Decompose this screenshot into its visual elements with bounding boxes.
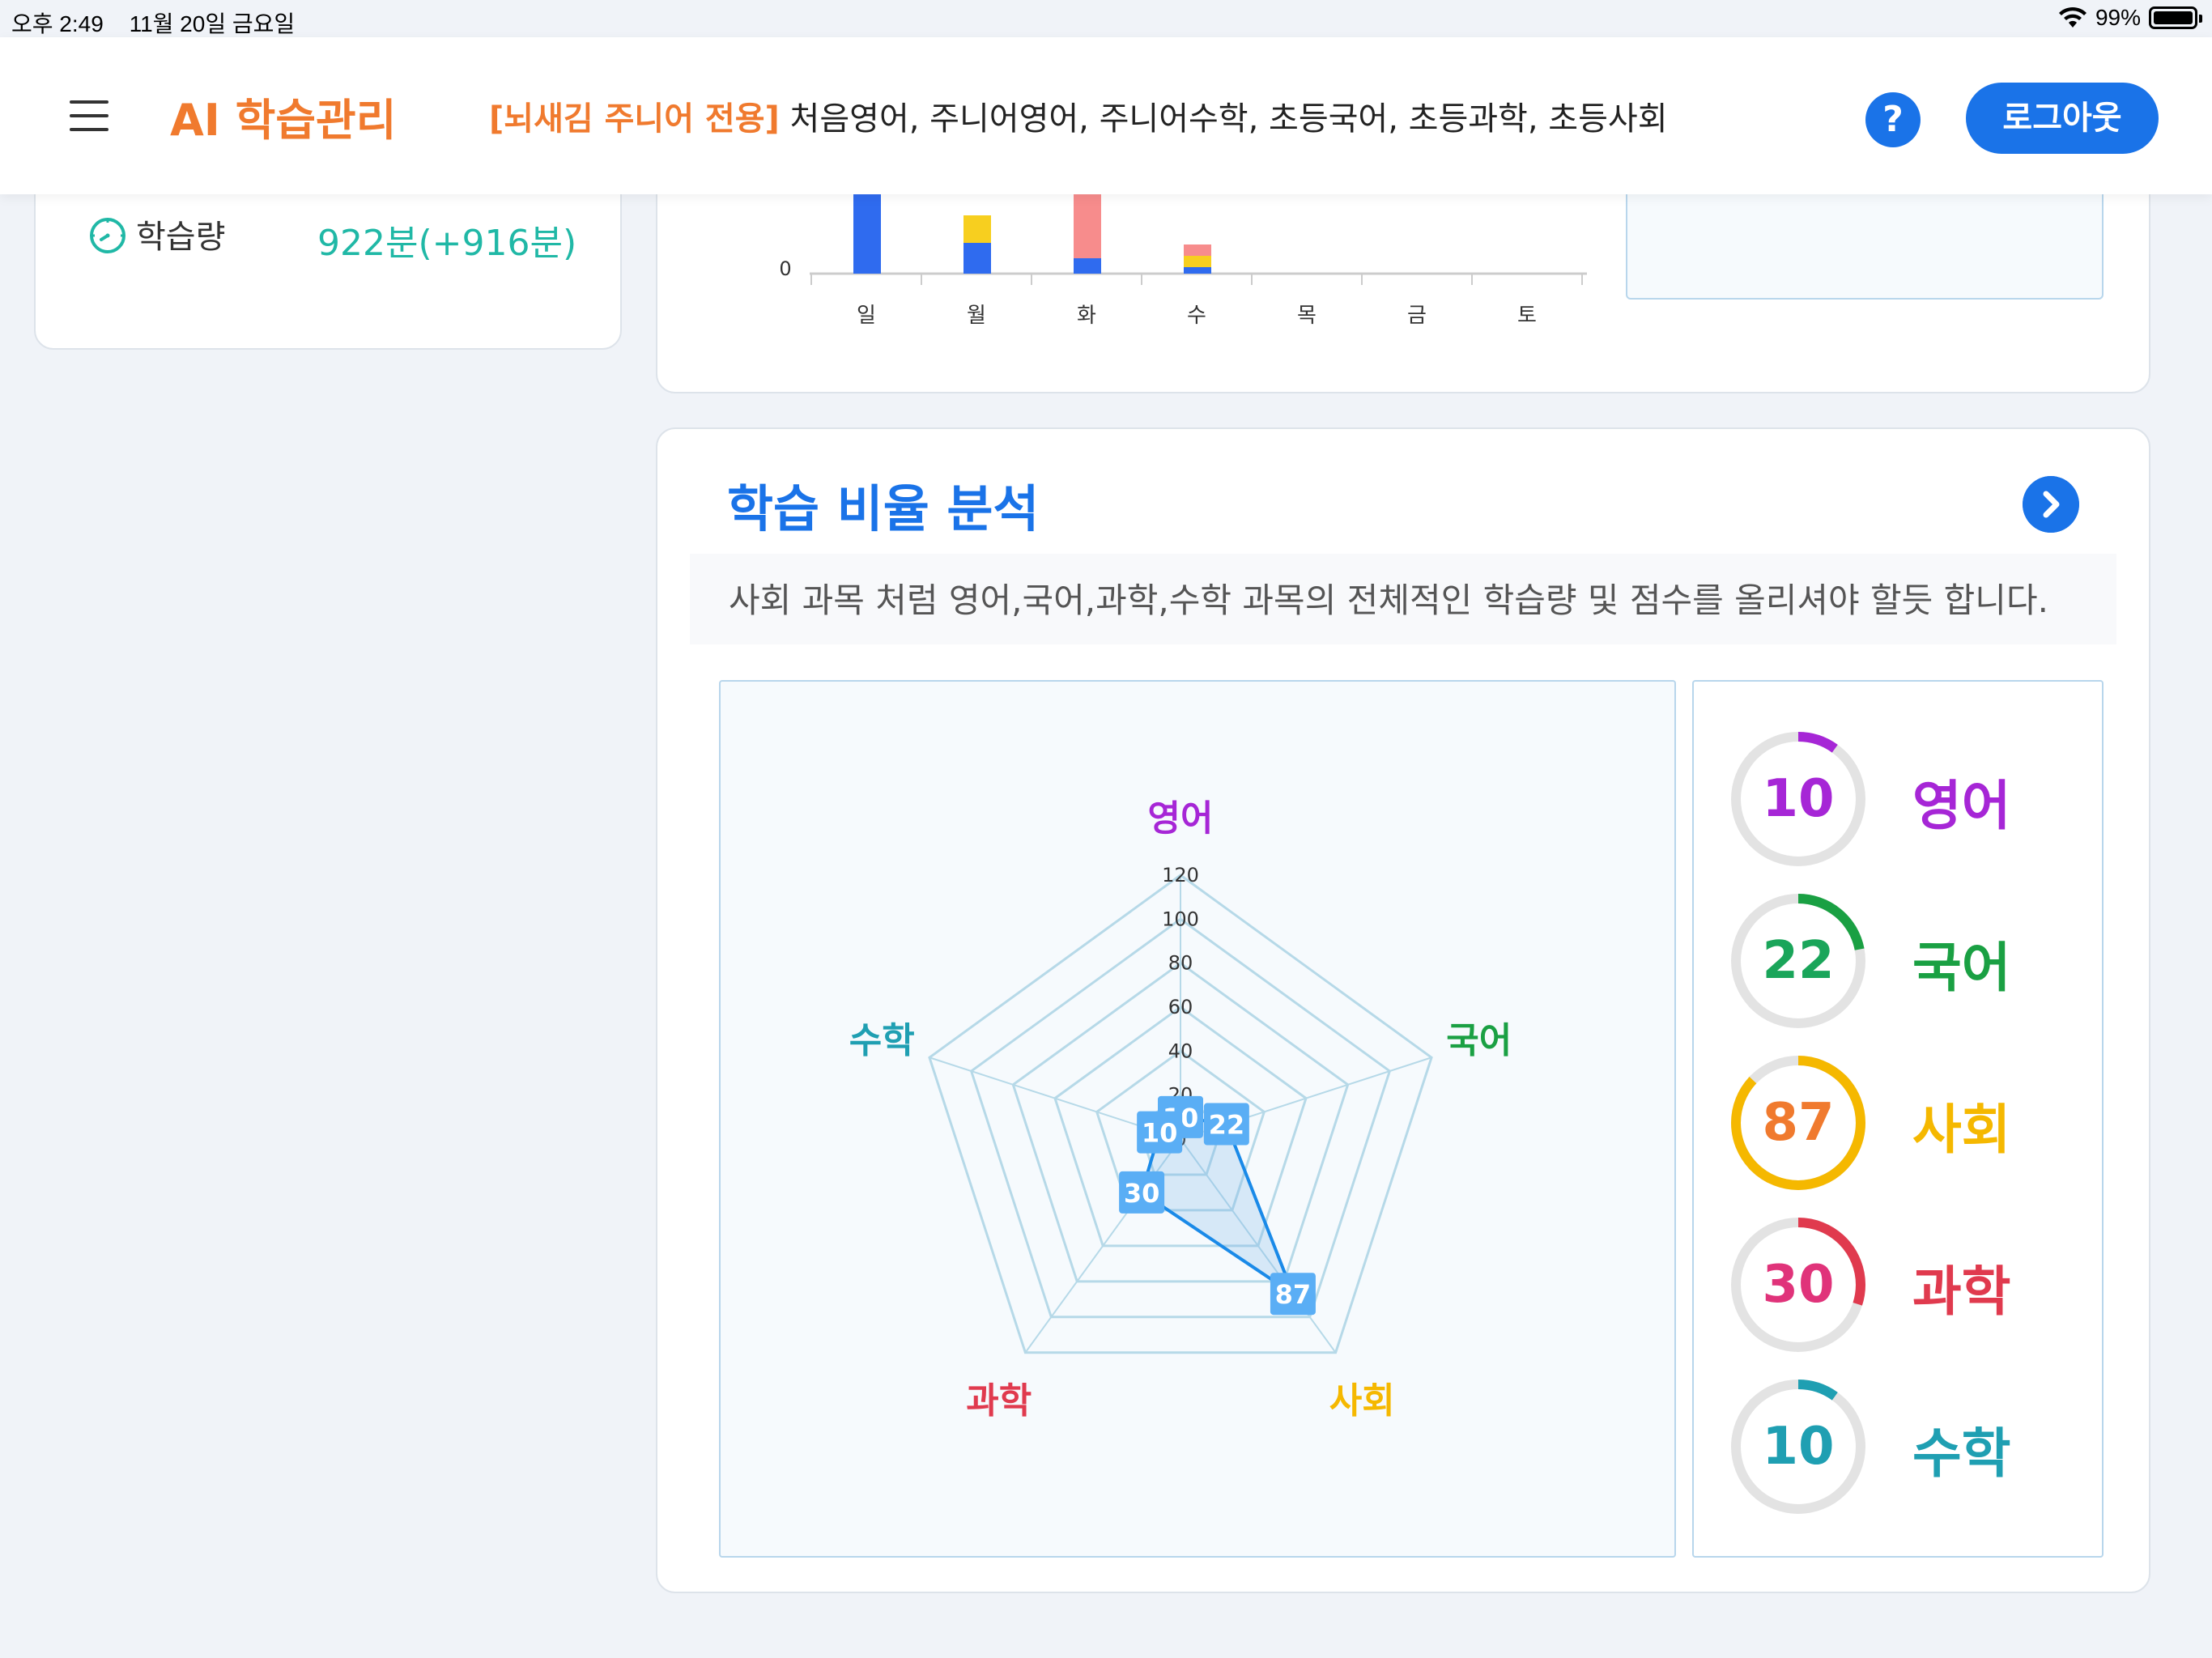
status-bar: 오후 2:49 11월 20일 금요일 99% xyxy=(0,0,2212,37)
weekly-day-label: 목 xyxy=(1297,304,1317,328)
bar-mon-yellow xyxy=(963,215,991,243)
clock-icon xyxy=(90,218,125,253)
score-value: 10 xyxy=(1762,769,1835,829)
radar-tick-label: 40 xyxy=(1168,1039,1193,1062)
weekly-day-label: 화 xyxy=(1077,304,1096,328)
score-subject: 국어 xyxy=(1912,937,2011,999)
status-right: 99% xyxy=(2058,5,2202,31)
score-item-3: 30 과학 xyxy=(1729,1216,2086,1354)
radar-data-point: 10 xyxy=(1137,1111,1183,1154)
app-header: AI 학습관리 [뇌새김 주니어 전용] 처음영어, 주니어영어, 주니어수학,… xyxy=(0,37,2212,194)
weekly-day-label: 수 xyxy=(1187,304,1206,328)
analysis-comment: 사회 과목 처럼 영어,국어,과학,수학 과목의 전체적인 학습량 및 점수를 … xyxy=(729,580,2048,620)
bar-sun-blue xyxy=(853,194,881,274)
score-value: 10 xyxy=(1762,1417,1835,1477)
bar-wed-blue xyxy=(1184,267,1211,274)
wifi-icon xyxy=(2058,6,2087,28)
radar-data-label: 30 xyxy=(1124,1178,1160,1209)
score-value: 22 xyxy=(1762,931,1835,991)
chevron-right-icon[interactable] xyxy=(2023,476,2079,533)
radar-axis-label: 과학 xyxy=(966,1380,1032,1422)
bar-mon-blue xyxy=(963,243,991,274)
weekly-day-label: 토 xyxy=(1517,304,1537,328)
course-subtitle: [뇌새김 주니어 전용] 처음영어, 주니어영어, 주니어수학, 초등국어, 초… xyxy=(489,92,1668,139)
weekly-y-zero: 0 xyxy=(779,257,791,280)
bar-tue-blue xyxy=(1074,258,1101,274)
radar-axis-label: 국어 xyxy=(1446,1020,1512,1061)
status-clock: 오후 2:49 xyxy=(11,11,104,36)
score-value: 87 xyxy=(1762,1093,1835,1153)
study-amount-value: 922분(+916분) xyxy=(317,223,577,264)
radar-data-point: 87 xyxy=(1270,1273,1316,1316)
analysis-title: 학습 비율 분석 xyxy=(727,479,1040,538)
radar-data-point: 30 xyxy=(1119,1171,1165,1214)
battery-percent: 99% xyxy=(2095,5,2141,30)
bar-wed-red xyxy=(1184,244,1211,256)
menu-icon[interactable] xyxy=(70,100,108,131)
help-button[interactable]: ? xyxy=(1865,92,1921,147)
score-subject: 과학 xyxy=(1912,1261,2011,1323)
weekly-day-labels: 일월화수목금토 xyxy=(810,274,1583,328)
radar-tick-label: 120 xyxy=(1162,864,1199,886)
radar-chart: 0204060801001201022873010영어국어사회과학수학 xyxy=(849,797,1512,1422)
status-time: 오후 2:49 11월 20일 금요일 xyxy=(11,6,295,39)
app-title: AI 학습관리 xyxy=(170,95,397,146)
radar-data-label: 22 xyxy=(1209,1110,1245,1141)
score-subject: 사회 xyxy=(1912,1099,2011,1161)
score-subject: 수학 xyxy=(1912,1422,2011,1485)
status-date: 11월 20일 금요일 xyxy=(129,11,296,36)
score-value: 30 xyxy=(1762,1255,1835,1315)
score-item-4: 10 수학 xyxy=(1729,1378,2086,1516)
weekly-day-label: 일 xyxy=(857,304,876,328)
radar-axis-label: 사회 xyxy=(1329,1380,1395,1422)
radar-tick-label: 80 xyxy=(1168,952,1193,975)
course-highlight: [뇌새김 주니어 전용] xyxy=(489,100,780,138)
score-item-2: 87 사회 xyxy=(1729,1054,2086,1192)
bar-wed-yellow xyxy=(1184,256,1211,267)
radar-axis-label: 영어 xyxy=(1148,797,1214,839)
course-list: 처음영어, 주니어영어, 주니어수학, 초등국어, 초등과학, 초등사회 xyxy=(779,100,1668,138)
score-subject: 영어 xyxy=(1912,775,2011,837)
radar-tick-label: 100 xyxy=(1162,908,1199,930)
radar-axis-label: 수학 xyxy=(849,1020,915,1061)
radar-data-point: 22 xyxy=(1203,1103,1249,1146)
radar-tick-label: 60 xyxy=(1168,996,1193,1018)
battery-icon xyxy=(2149,6,2202,29)
radar-data-label: 10 xyxy=(1142,1118,1178,1149)
bar-tue-red xyxy=(1074,194,1101,258)
logout-button[interactable]: 로그아웃 xyxy=(1966,83,2159,154)
study-amount-row: 학습량 xyxy=(87,210,225,257)
study-amount-label: 학습량 xyxy=(136,219,226,256)
score-item-1: 22 국어 xyxy=(1729,892,2086,1030)
weekly-day-label: 금 xyxy=(1407,304,1427,328)
radar-data-label: 87 xyxy=(1275,1279,1312,1310)
score-item-0: 10 영어 xyxy=(1729,730,2086,868)
weekly-day-label: 월 xyxy=(967,304,986,328)
